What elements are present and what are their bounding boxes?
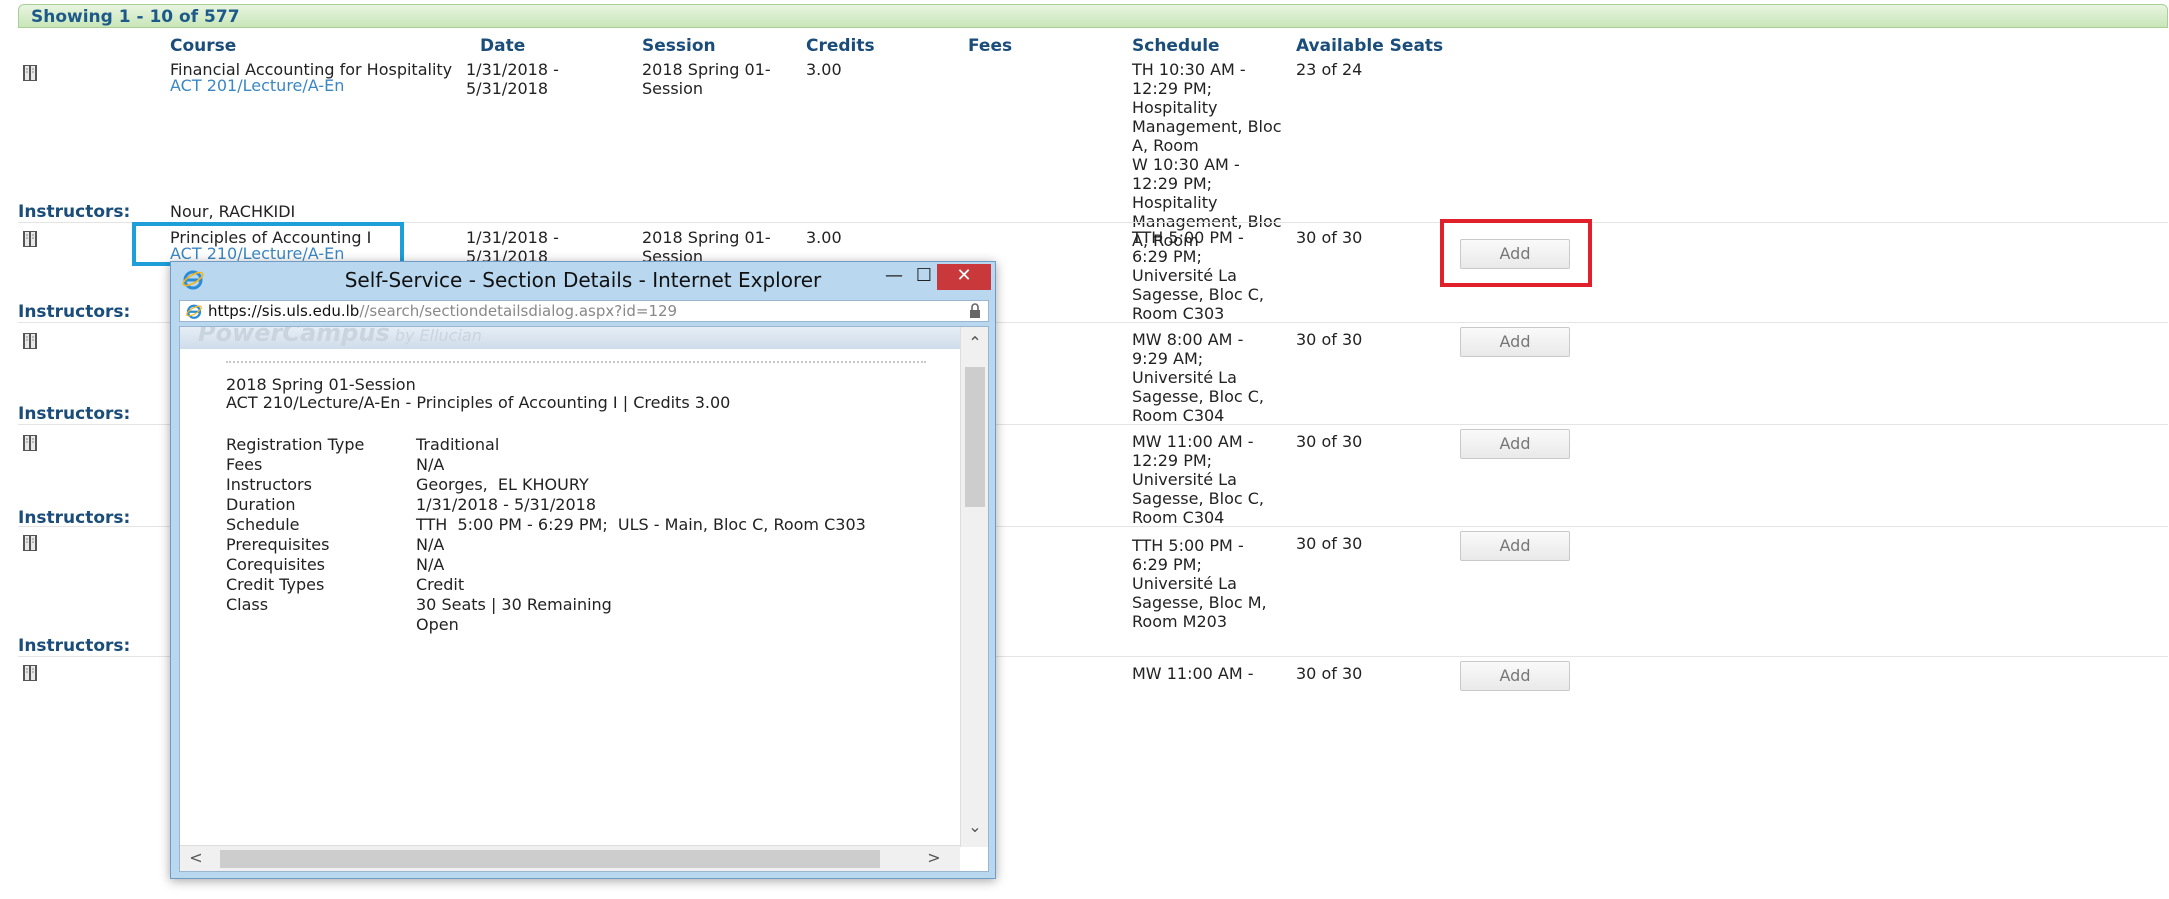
scroll-right-icon[interactable]: > (920, 848, 948, 867)
results-count-banner: Showing 1 - 10 of 577 (18, 4, 2168, 28)
detail-value: N/A (416, 455, 445, 474)
scroll-up-icon[interactable]: ⌃ (961, 333, 988, 352)
detail-value: Georges, EL KHOURY (416, 475, 589, 494)
internet-explorer-icon (186, 304, 202, 319)
url-domain: uls.edu.lb (286, 302, 360, 320)
detail-value: 1/31/2018 - 5/31/2018 (416, 495, 597, 514)
course-code-link[interactable]: ACT 201/Lecture/A-En (170, 76, 344, 95)
instructors-label: Instructors: (18, 202, 131, 222)
instructors-label: Instructors: (18, 404, 131, 424)
detail-label: Duration (226, 495, 296, 514)
window-title: Self-Service - Section Details - Interne… (344, 268, 822, 292)
detail-label: Prerequisites (226, 535, 330, 554)
course-schedule: MW 11:00 AM - (1132, 664, 1254, 683)
instructors-label: Instructors: (18, 508, 131, 528)
dotted-divider (226, 361, 926, 363)
powercampus-logo: PowerCampus by Ellucian (198, 326, 482, 347)
detail-label: Class (226, 595, 269, 614)
instructors-label: Instructors: (18, 636, 131, 656)
detail-value: N/A (416, 555, 445, 574)
add-button[interactable]: Add (1460, 531, 1570, 561)
detail-session: 2018 Spring 01-Session (226, 375, 416, 394)
detail-label: Instructors (226, 475, 312, 494)
scroll-left-icon[interactable]: < (182, 848, 210, 867)
header-course[interactable]: Course (170, 36, 236, 56)
detail-value: TTH 5:00 PM - 6:29 PM; ULS - Main, Bloc … (416, 515, 866, 534)
vertical-scrollbar[interactable]: ⌃ ⌄ (960, 327, 988, 847)
address-bar[interactable]: https://sis.uls.edu.lb//search/sectionde… (179, 300, 989, 322)
book-icon[interactable] (22, 64, 38, 82)
course-session: 2018 Spring 01- Session (642, 60, 771, 98)
course-seats: 30 of 30 (1296, 432, 1363, 451)
add-button[interactable]: Add (1460, 429, 1570, 459)
course-seats: 30 of 30 (1296, 330, 1363, 349)
section-details-window[interactable]: Self-Service - Section Details - Interne… (170, 261, 996, 879)
book-icon[interactable] (22, 332, 38, 350)
book-icon[interactable] (22, 534, 38, 552)
course-seats: 30 of 30 (1296, 228, 1363, 247)
book-icon[interactable] (22, 434, 38, 452)
detail-value: Credit (416, 575, 465, 594)
header-fees[interactable]: Fees (968, 36, 1012, 56)
header-date[interactable]: Date (480, 36, 525, 56)
course-seats: 30 of 30 (1296, 664, 1363, 683)
detail-value: Traditional (416, 435, 500, 454)
window-titlebar[interactable]: Self-Service - Section Details - Interne… (171, 262, 995, 296)
add-button[interactable]: Add (1460, 661, 1570, 691)
course-schedule: TTH 5:00 PM - 6:29 PM; Université La Sag… (1132, 536, 1267, 631)
course-date: 1/31/2018 - 5/31/2018 (466, 60, 559, 98)
lock-icon[interactable] (968, 303, 982, 319)
detail-value: Open (416, 615, 459, 634)
minimize-button[interactable]: — (881, 264, 907, 290)
scrollbar-thumb[interactable] (220, 850, 880, 868)
scroll-down-icon[interactable]: ⌄ (961, 817, 988, 836)
detail-value: 30 Seats | 30 Remaining (416, 595, 612, 614)
course-seats: 30 of 30 (1296, 534, 1363, 553)
maximize-button[interactable]: ☐ (911, 264, 937, 290)
course-schedule: MW 8:00 AM - 9:29 AM; Université La Sage… (1132, 330, 1264, 425)
url-prefix: https://sis. (208, 302, 287, 320)
header-credits[interactable]: Credits (806, 36, 875, 56)
detail-label: Schedule (226, 515, 300, 534)
powercampus-header: PowerCampus by Ellucian (180, 327, 960, 349)
scrollbar-thumb[interactable] (965, 367, 985, 507)
url-path: //search/sectiondetailsdialog.aspx?id=12… (359, 302, 678, 320)
horizontal-scrollbar[interactable]: < > (180, 845, 960, 871)
book-icon[interactable] (22, 230, 38, 248)
detail-label: Corequisites (226, 555, 326, 574)
detail-label: Credit Types (226, 575, 325, 594)
detail-label: Fees (226, 455, 263, 474)
course-credits: 3.00 (806, 60, 842, 79)
instructor-name: Nour, RACHKIDI (170, 202, 296, 221)
add-button[interactable]: Add (1460, 327, 1570, 357)
header-session[interactable]: Session (642, 36, 716, 56)
add-highlight-box (1440, 219, 1592, 287)
course-seats: 23 of 24 (1296, 60, 1363, 79)
course-credits: 3.00 (806, 228, 842, 247)
header-schedule[interactable]: Schedule (1132, 36, 1220, 56)
header-available-seats[interactable]: Available Seats (1296, 36, 1443, 56)
detail-heading: ACT 210/Lecture/A-En - Principles of Acc… (226, 393, 731, 412)
detail-value: N/A (416, 535, 445, 554)
course-highlight-box (132, 222, 404, 266)
close-button[interactable]: ✕ (937, 264, 991, 290)
book-icon[interactable] (22, 664, 38, 682)
detail-label: Registration Type (226, 435, 365, 454)
course-schedule: MW 11:00 AM - 12:29 PM; Université La Sa… (1132, 432, 1264, 527)
course-schedule: TTH 5:00 PM - 6:29 PM; Université La Sag… (1132, 228, 1264, 323)
instructors-label: Instructors: (18, 302, 131, 322)
section-details-content: PowerCampus by Ellucian 2018 Spring 01-S… (179, 326, 989, 872)
